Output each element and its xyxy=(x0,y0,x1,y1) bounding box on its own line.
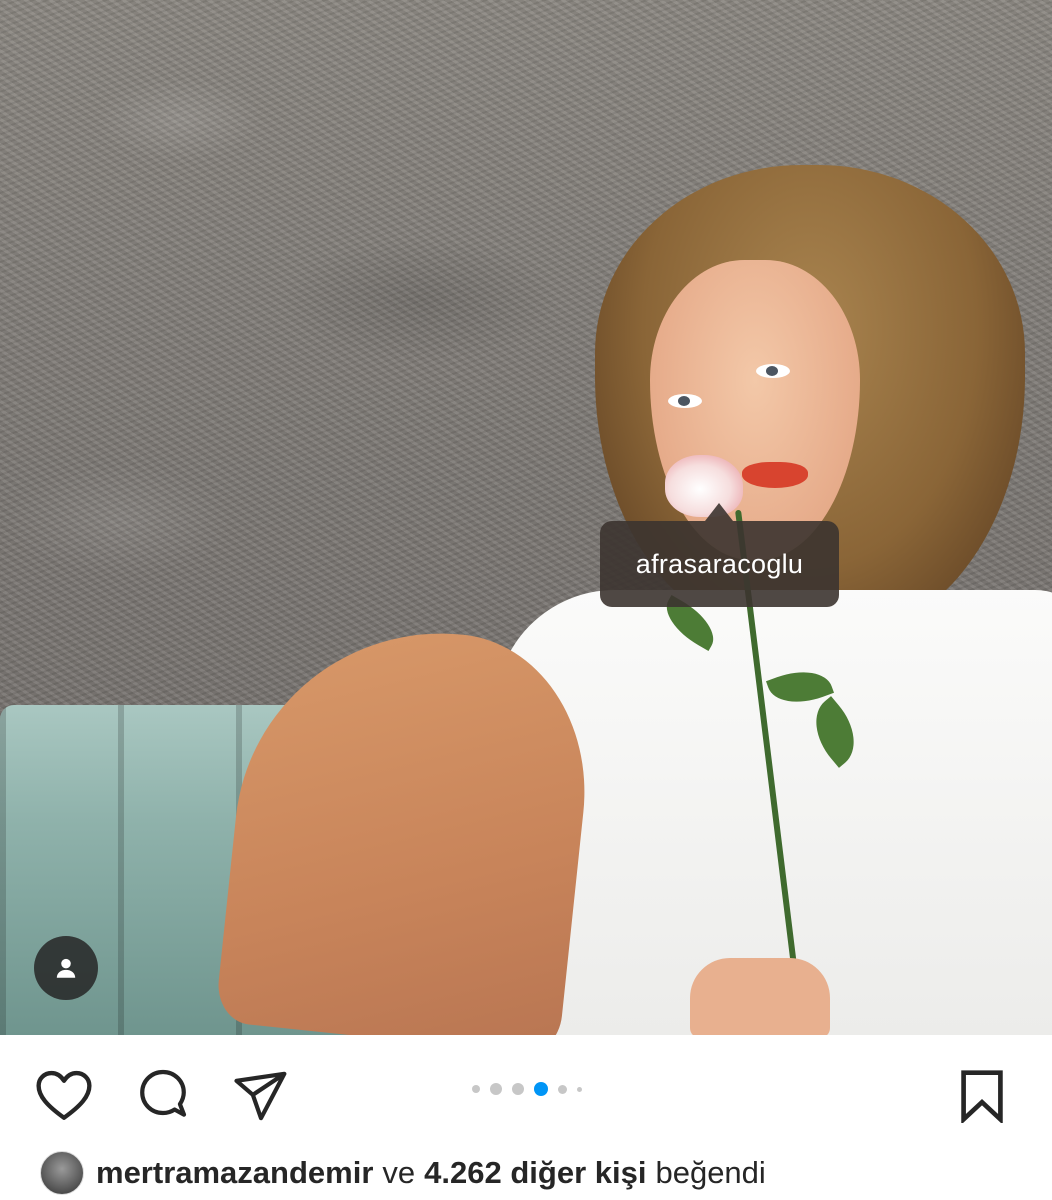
comment-button[interactable] xyxy=(132,1065,194,1127)
arm xyxy=(214,613,601,1035)
likes-count[interactable]: 4.262 diğer kişi xyxy=(424,1155,646,1191)
left-eye xyxy=(668,394,702,408)
carousel-dot xyxy=(512,1083,524,1095)
right-eye xyxy=(756,364,790,378)
save-button[interactable] xyxy=(951,1065,1013,1127)
liker-avatar[interactable] xyxy=(40,1151,84,1195)
likes-connector: ve xyxy=(382,1155,416,1190)
post-photo[interactable]: afrasaracoglu xyxy=(0,0,1052,1035)
carousel-dot xyxy=(558,1084,567,1094)
liker-username[interactable]: mertramazandemir xyxy=(96,1155,373,1191)
likes-summary[interactable]: mertramazandemir ve 4.262 diğer kişi beğ… xyxy=(40,1150,766,1196)
person-icon xyxy=(56,958,76,978)
carousel-indicator xyxy=(472,1080,582,1098)
tagged-users-button[interactable] xyxy=(34,936,98,1000)
share-icon xyxy=(234,1071,287,1121)
share-button[interactable] xyxy=(230,1065,292,1127)
tag-bubble-arrow xyxy=(705,503,733,521)
heart-icon xyxy=(36,1070,92,1120)
likes-suffix: beğendi xyxy=(655,1155,766,1190)
hand xyxy=(690,958,830,1035)
bookmark-icon xyxy=(961,1070,1003,1123)
tag-username: afrasaracoglu xyxy=(635,549,804,579)
carousel-dot xyxy=(490,1083,502,1095)
comment-icon xyxy=(140,1069,187,1117)
user-tag-bubble[interactable]: afrasaracoglu xyxy=(600,521,839,607)
carousel-dot-active xyxy=(534,1082,548,1096)
carousel-dot xyxy=(577,1086,582,1092)
carousel-dot xyxy=(472,1085,480,1093)
like-button[interactable] xyxy=(33,1065,95,1127)
lips xyxy=(742,462,808,488)
